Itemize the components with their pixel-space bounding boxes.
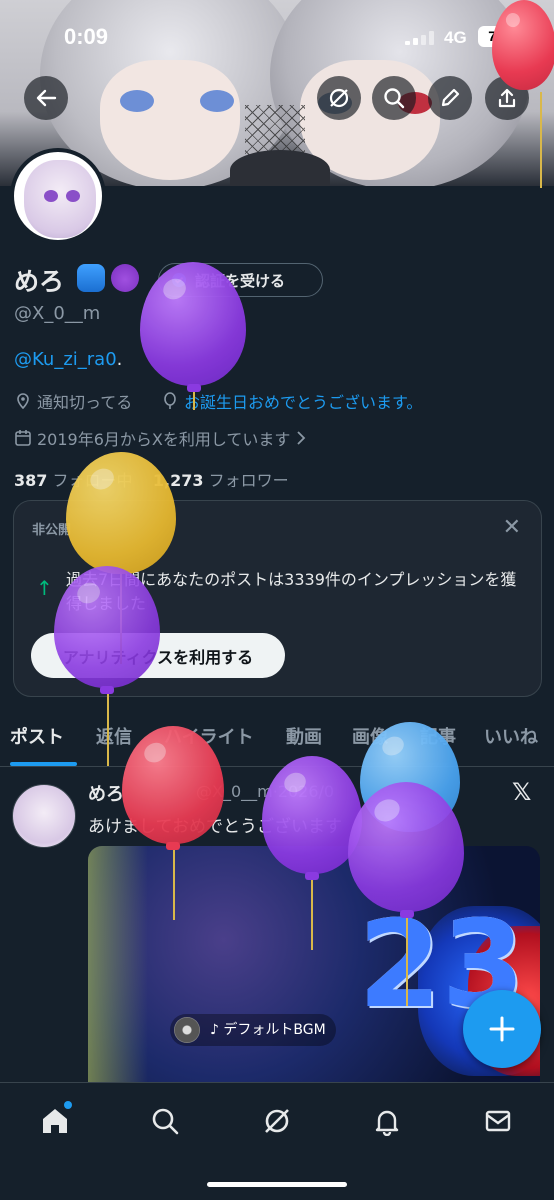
compose-button[interactable] (463, 990, 541, 1068)
balloon-string (107, 694, 109, 766)
close-icon[interactable]: ✕ (503, 515, 521, 540)
tab-posts[interactable]: ポスト (10, 723, 64, 749)
profile-location: 通知切ってる (14, 389, 132, 413)
tab-videos[interactable]: 動画 (286, 723, 322, 749)
balloon-string (406, 918, 408, 1006)
banner-eye (120, 90, 154, 112)
calendar-icon (15, 430, 31, 446)
bgm-text: ♪ デフォルトBGM (210, 1022, 326, 1038)
post-author-name: めろ (88, 784, 124, 805)
arrow-up-icon: ↑ (36, 576, 53, 600)
banner-eye (200, 90, 234, 112)
network-label: 4G (444, 28, 467, 47)
balloon-purple (140, 262, 246, 386)
home-icon (43, 1109, 67, 1133)
balloon-purple (262, 756, 362, 874)
search-button[interactable] (372, 76, 416, 120)
nav-messages[interactable] (478, 1101, 518, 1141)
x-logo-icon: 𝕏 (512, 778, 532, 806)
balloon-red (492, 0, 554, 90)
balloon-knot (305, 872, 319, 880)
balloon-knot (100, 686, 114, 694)
notification-dot (64, 1101, 72, 1109)
disc-icon (174, 1017, 200, 1043)
chevron-right-icon (297, 431, 306, 445)
profile-joined[interactable]: 2019年6月からXを利用しています (14, 426, 307, 450)
location-text: 通知切ってる (37, 393, 133, 412)
avatar-eye (66, 190, 80, 202)
balloon-string (173, 850, 175, 920)
avatar-art (24, 160, 96, 238)
balloon-knot (166, 842, 180, 850)
status-time: 0:09 (64, 24, 109, 49)
image-bgm-label: ♪ デフォルトBGM (170, 1014, 336, 1046)
joined-text: 2019年6月からXを利用しています (37, 430, 291, 449)
balloon-string (193, 392, 195, 410)
profile-bio: @Ku_zi_ra0. (14, 349, 122, 370)
balloon-icon (164, 392, 176, 409)
edit-button[interactable] (428, 76, 472, 120)
bio-suffix: . (116, 349, 123, 370)
profile-avatar[interactable] (10, 148, 106, 244)
whale-emoji-icon (77, 264, 105, 292)
tab-replies[interactable]: 返信 (96, 723, 132, 749)
bio-mention-link[interactable]: @Ku_zi_ra0 (14, 349, 117, 370)
back-arrow-icon (36, 89, 57, 107)
grok-icon (329, 88, 349, 108)
profile-birthday: お誕生日おめでとうございます。 (161, 389, 422, 413)
nav-search[interactable] (145, 1101, 185, 1141)
banner-face-left (100, 60, 240, 180)
balloon-knot (187, 384, 201, 392)
avatar-eye (44, 190, 58, 202)
status-bar: 0:09 4G 77 (0, 22, 554, 52)
signal-icon (405, 31, 434, 45)
post-avatar[interactable] (12, 784, 76, 848)
birthday-text[interactable]: お誕生日おめでとうございます。 (184, 389, 422, 413)
followers-link[interactable]: 1,273 フォロワー (153, 471, 289, 490)
profile-name: めろ (14, 267, 65, 296)
plus-icon (489, 1016, 515, 1042)
home-indicator (207, 1182, 347, 1187)
balloon-knot (400, 910, 414, 918)
nav-notifications[interactable] (367, 1101, 407, 1141)
tab-likes[interactable]: いいね (484, 723, 538, 749)
following-count: 387 (14, 471, 48, 490)
nav-grok[interactable] (257, 1101, 297, 1141)
balloon-yellow (66, 452, 176, 574)
mail-icon (485, 1110, 511, 1132)
location-pin-icon (17, 393, 29, 410)
banner-collar (230, 150, 330, 186)
balloon-string (311, 880, 313, 950)
search-icon (384, 88, 405, 109)
balloon-purple (348, 782, 464, 912)
bell-icon (375, 1110, 399, 1136)
image-glow (88, 846, 148, 1082)
balloon-red (122, 726, 224, 844)
back-button[interactable] (24, 76, 68, 120)
devil-emoji-icon (111, 264, 139, 292)
profile-handle: @X_0__m (14, 303, 101, 324)
pencil-icon (441, 88, 460, 107)
balloon-purple (54, 566, 160, 688)
active-tab-indicator (10, 762, 77, 766)
share-icon (498, 88, 516, 108)
grok-icon (265, 1109, 289, 1133)
balloon-string (540, 92, 542, 188)
grok-button[interactable] (317, 76, 361, 120)
search-icon (152, 1108, 179, 1135)
followers-label: フォロワー (208, 471, 289, 490)
profile-tabs: ポスト 返信 ハイライト 動画 画像 記事 いいね (0, 715, 554, 767)
